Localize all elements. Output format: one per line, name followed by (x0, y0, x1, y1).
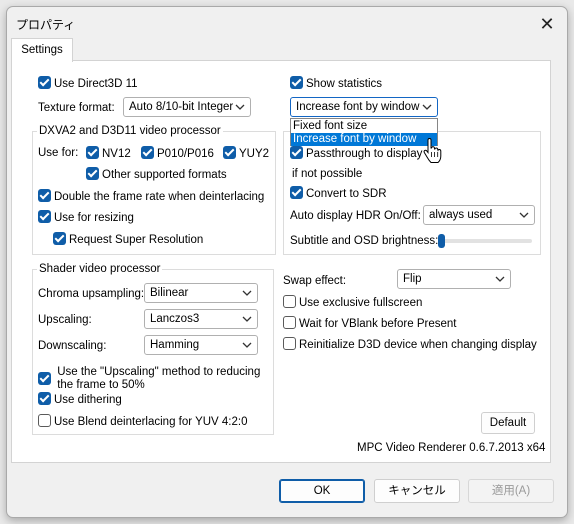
checkbox-icon (38, 372, 51, 385)
other-formats-checkbox[interactable]: Other supported formats (86, 167, 227, 182)
chroma-select[interactable]: Bilinear (144, 283, 258, 303)
chroma-label: Chroma upsampling: (38, 288, 145, 300)
texture-format-select[interactable]: Auto 8/10-bit Integer (123, 97, 251, 117)
swap-effect-select[interactable]: Flip (397, 269, 511, 289)
convert-sdr-label: Convert to SDR (306, 188, 387, 200)
wait-vblank-label: Wait for VBlank before Present (299, 318, 457, 330)
swap-effect-label: Swap effect: (283, 275, 347, 287)
chevron-down-icon (242, 342, 252, 348)
p010-checkbox[interactable]: P010/P016 (141, 146, 214, 161)
brightness-slider-thumb[interactable] (438, 234, 445, 248)
super-resolution-checkbox[interactable]: Request Super Resolution (53, 232, 203, 247)
show-statistics-label: Show statistics (306, 78, 383, 90)
dropdown-option-fixed[interactable]: Fixed font size (291, 120, 437, 133)
checkbox-icon (290, 76, 303, 89)
show-statistics-checkbox[interactable]: Show statistics (290, 76, 382, 91)
checkbox-icon (53, 232, 66, 245)
auto-hdr-select[interactable]: always used (423, 205, 535, 225)
reinit-d3d-label: Reinitialize D3D device when changing di… (299, 339, 537, 351)
blend-deint-label: Use Blend deinterlacing for YUV 4:2:0 (54, 416, 248, 428)
wait-vblank-checkbox[interactable]: Wait for VBlank before Present (283, 316, 456, 331)
default-button[interactable]: Default (481, 412, 535, 434)
downscaling-value: Hamming (150, 339, 200, 351)
font-size-dropdown-list: Fixed font size Increase font by window (290, 118, 438, 146)
font-size-value: Increase font by window (296, 101, 420, 113)
use-d3d11-checkbox[interactable]: Use Direct3D 11 (38, 76, 138, 91)
checkbox-icon (290, 146, 303, 159)
auto-hdr-value: always used (429, 209, 493, 221)
chevron-down-icon (242, 316, 252, 322)
upscaling-method-label-line1: Use the "Upscaling" method to reducing (57, 366, 261, 378)
not-possible-label: if not possible (292, 168, 363, 180)
exclusive-fullscreen-checkbox[interactable]: Use exclusive fullscreen (283, 295, 422, 310)
dxva-group-title: DXVA2 and D3D11 video processor (37, 125, 223, 138)
chevron-down-icon (242, 290, 252, 296)
texture-format-label: Texture format: (38, 102, 115, 114)
use-resizing-label: Use for resizing (54, 212, 134, 224)
downscaling-label: Downscaling: (38, 340, 107, 352)
chevron-down-icon (235, 104, 245, 110)
chevron-down-icon (422, 104, 432, 110)
yuy2-label: YUY2 (239, 148, 270, 160)
chroma-value: Bilinear (150, 287, 189, 299)
checkbox-icon (283, 316, 296, 329)
dropdown-option-increase[interactable]: Increase font by window (291, 133, 437, 146)
texture-format-value: Auto 8/10-bit Integer (129, 101, 234, 113)
title-bar: プロパティ ✕ (7, 7, 567, 41)
checkbox-icon (86, 167, 99, 180)
checkbox-icon (223, 146, 236, 159)
checkbox-icon (38, 210, 51, 223)
shader-group-title: Shader video processor (37, 263, 163, 276)
double-frame-rate-label: Double the frame rate when deinterlacing (54, 191, 265, 203)
checkbox-icon (38, 189, 51, 202)
passthrough-checkbox[interactable]: Passthrough to display (290, 146, 422, 161)
upscaling-label: Upscaling: (38, 314, 92, 326)
upscaling-select[interactable]: Lanczos3 (144, 309, 258, 329)
checkbox-icon (283, 337, 296, 350)
font-size-select[interactable]: Increase font by window (290, 97, 438, 117)
use-resizing-checkbox[interactable]: Use for resizing (38, 210, 134, 225)
convert-sdr-checkbox[interactable]: Convert to SDR (290, 186, 387, 201)
chevron-down-icon (495, 276, 505, 282)
swap-effect-value: Flip (403, 273, 422, 285)
use-d3d11-label: Use Direct3D 11 (54, 78, 138, 90)
hand-pointer-icon (423, 138, 442, 163)
cancel-button[interactable]: キャンセル (374, 479, 460, 503)
yuy2-checkbox[interactable]: YUY2 (223, 146, 269, 161)
double-frame-rate-checkbox[interactable]: Double the frame rate when deinterlacing (38, 189, 264, 204)
super-resolution-label: Request Super Resolution (69, 234, 204, 246)
chevron-down-icon (519, 212, 529, 218)
dithering-label: Use dithering (54, 394, 122, 406)
apply-button[interactable]: 適用(A) (468, 479, 554, 503)
checkbox-icon (38, 76, 51, 89)
exclusive-fullscreen-label: Use exclusive fullscreen (299, 297, 423, 309)
close-icon[interactable]: ✕ (536, 13, 558, 35)
use-for-label: Use for: (38, 147, 79, 159)
version-label: MPC Video Renderer 0.6.7.2013 x64 (357, 442, 546, 454)
reinit-d3d-checkbox[interactable]: Reinitialize D3D device when changing di… (283, 337, 537, 352)
checkbox-icon (86, 146, 99, 159)
upscaling-method-checkbox[interactable]: Use the "Upscaling" method to reducing t… (38, 366, 260, 392)
downscaling-select[interactable]: Hamming (144, 335, 258, 355)
blend-deint-checkbox[interactable]: Use Blend deinterlacing for YUV 4:2:0 (38, 414, 247, 429)
ok-button[interactable]: OK (279, 479, 365, 503)
upscaling-method-label-line2: the frame to 50% (57, 379, 145, 391)
window-title: プロパティ (16, 18, 76, 32)
nv12-label: NV12 (102, 148, 131, 160)
checkbox-icon (38, 414, 51, 427)
passthrough-label: Passthrough to display (306, 148, 423, 160)
brightness-slider-track[interactable] (442, 239, 532, 243)
brightness-label: Subtitle and OSD brightness: (290, 235, 439, 247)
checkbox-icon (283, 295, 296, 308)
nv12-checkbox[interactable]: NV12 (86, 146, 131, 161)
tab-settings[interactable]: Settings (11, 38, 73, 62)
other-formats-label: Other supported formats (102, 169, 227, 181)
checkbox-icon (290, 186, 303, 199)
upscaling-value: Lanczos3 (150, 313, 200, 325)
checkbox-icon (38, 392, 51, 405)
checkbox-icon (141, 146, 154, 159)
dithering-checkbox[interactable]: Use dithering (38, 392, 122, 407)
p010-label: P010/P016 (157, 148, 214, 160)
auto-hdr-label: Auto display HDR On/Off: (290, 210, 421, 222)
